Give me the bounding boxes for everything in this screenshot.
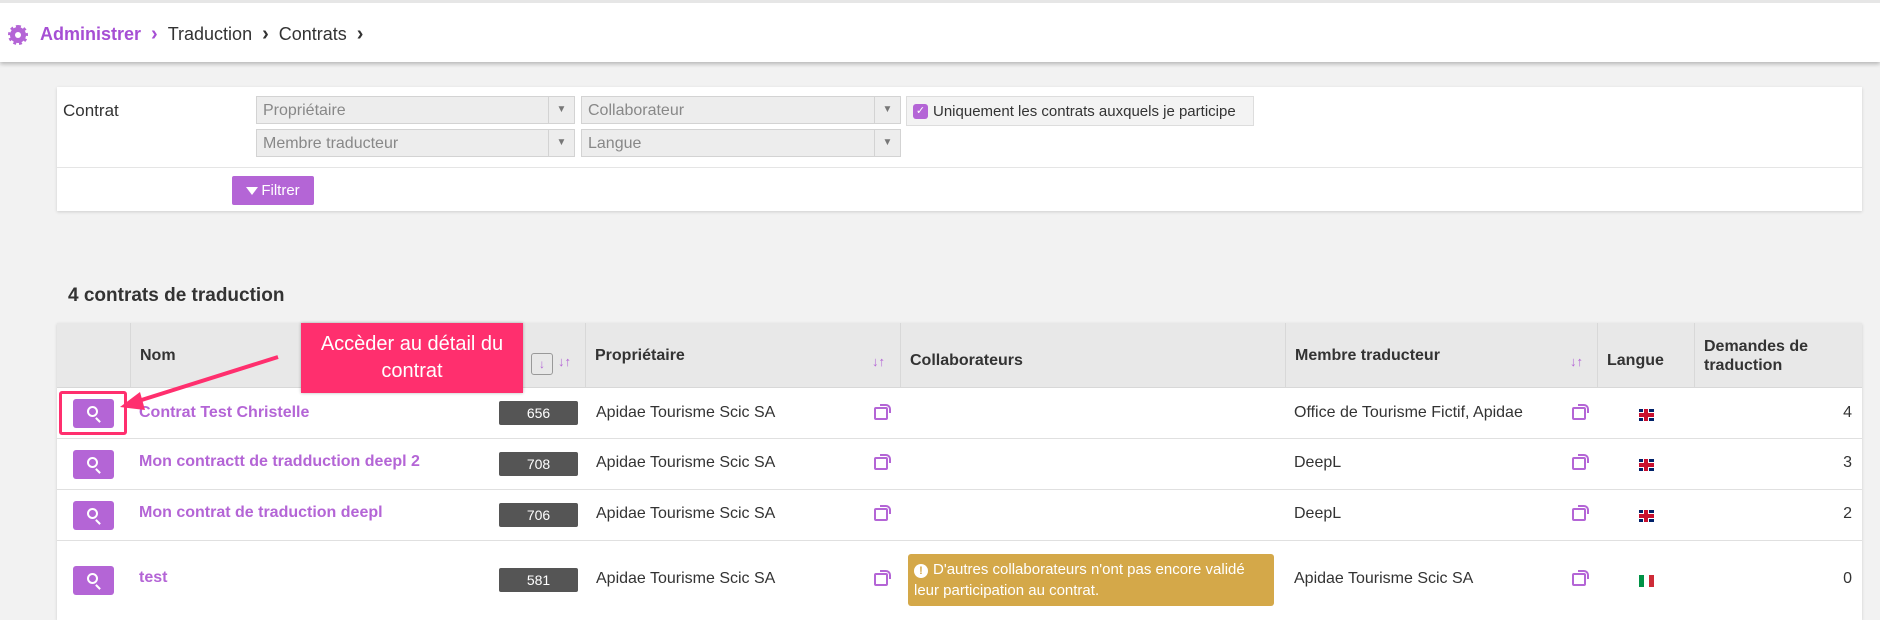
gear-icon (8, 24, 28, 45)
contract-id-badge: 581 (499, 568, 578, 592)
annotation-callout: Accèder au détail du contrat (301, 323, 523, 393)
sort-icon[interactable]: ↓↑ (558, 354, 571, 369)
requests-count: 3 (1843, 454, 1852, 471)
chevron-right-icon: › (262, 23, 269, 45)
breadcrumb-traduction[interactable]: Traduction (168, 24, 252, 45)
contract-id-badge: 706 (499, 503, 578, 527)
share-icon[interactable] (874, 570, 891, 586)
view-detail-button[interactable] (73, 501, 114, 530)
header-language: Langue (1597, 323, 1694, 388)
owner-select[interactable]: Propriétaire ▼ (256, 96, 575, 124)
divider (57, 167, 1862, 168)
search-icon (87, 457, 98, 468)
chevron-right-icon: › (151, 23, 158, 45)
contract-name-link[interactable]: Contrat Test Christelle (139, 404, 309, 422)
filter-button-label: Filtrer (261, 182, 300, 199)
table-row: Mon contrat de traduction deepl 706 Apid… (57, 491, 1862, 541)
contract-id-badge: 656 (499, 401, 578, 425)
translator-cell: DeepL (1294, 505, 1342, 522)
header-actions (57, 323, 130, 388)
filter-label: Contrat (63, 101, 119, 120)
view-detail-button[interactable] (73, 566, 114, 595)
share-icon[interactable] (874, 404, 891, 420)
search-icon (87, 508, 98, 519)
owner-cell: Apidae Tourisme Scic SA (596, 570, 776, 587)
flag-uk-icon (1639, 459, 1654, 471)
share-icon[interactable] (874, 454, 891, 470)
pending-collaborators-warning: ! D'autres collaborateurs n'ont pas encor… (908, 554, 1274, 606)
language-select[interactable]: Langue ▼ (581, 129, 901, 157)
language-select-placeholder: Langue (588, 135, 642, 152)
share-icon[interactable] (1572, 454, 1589, 470)
share-icon[interactable] (1572, 570, 1589, 586)
filter-panel: Contrat Propriétaire ▼ Collaborateur ▼ ✓… (57, 87, 1862, 211)
owner-cell: Apidae Tourisme Scic SA (596, 505, 776, 522)
breadcrumb: Administrer › Traduction › Contrats › (8, 23, 373, 46)
dropdown-arrow-icon: ▼ (874, 97, 900, 123)
flag-uk-icon (1639, 409, 1654, 421)
header-language-label: Langue (1607, 351, 1664, 369)
collaborator-select[interactable]: Collaborateur ▼ (581, 96, 901, 124)
dropdown-arrow-icon: ▼ (548, 97, 574, 123)
header-collaborators: Collaborateurs (900, 323, 1285, 388)
requests-count: 0 (1843, 570, 1852, 587)
view-detail-button[interactable] (73, 450, 114, 479)
checkmark-icon: ✓ (913, 103, 928, 119)
contract-id-badge: 708 (499, 452, 578, 476)
table-row: Contrat Test Christelle 656 Apidae Touri… (57, 389, 1862, 439)
sort-icon[interactable]: ↓↑ (1570, 354, 1583, 369)
owner-select-placeholder: Propriétaire (263, 102, 346, 119)
share-icon[interactable] (874, 505, 891, 521)
dropdown-arrow-icon: ▼ (548, 130, 574, 156)
highlight-box (59, 391, 127, 435)
owner-cell: Apidae Tourisme Scic SA (596, 404, 776, 421)
translator-cell: Office de Tourisme Fictif, Apidae (1294, 404, 1523, 421)
funnel-icon (246, 186, 259, 195)
breadcrumb-contrats[interactable]: Contrats (279, 24, 347, 45)
flag-it-icon (1639, 575, 1654, 587)
header-requests-label: Demandes de traduction (1704, 337, 1809, 374)
translator-select[interactable]: Membre traducteur ▼ (256, 129, 575, 157)
dropdown-arrow-icon: ▼ (874, 130, 900, 156)
top-bar: Administrer › Traduction › Contrats › (0, 0, 1880, 62)
header-translator: Membre traducteur (1285, 323, 1597, 388)
sort-icon[interactable]: ↓↑ (872, 354, 885, 369)
requests-count: 2 (1843, 505, 1852, 522)
contract-name-link[interactable]: Mon contrat de traduction deepl (139, 504, 383, 522)
table-row: Mon contractt de tradduction deepl 2 708… (57, 440, 1862, 490)
contract-name-link[interactable]: Mon contractt de tradduction deepl 2 (139, 453, 420, 471)
requests-count: 4 (1843, 404, 1852, 421)
info-icon: ! (914, 564, 928, 578)
search-icon (87, 573, 98, 584)
only-mine-label: Uniquement les contrats auxquels je part… (933, 102, 1236, 120)
share-icon[interactable] (1572, 505, 1589, 521)
chevron-right-icon: › (356, 23, 364, 45)
share-icon[interactable] (1572, 404, 1589, 420)
translator-cell: DeepL (1294, 454, 1342, 471)
collaborator-select-placeholder: Collaborateur (588, 102, 685, 119)
breadcrumb-administrer[interactable]: Administrer (40, 24, 141, 45)
header-owner-label: Propriétaire (595, 346, 685, 364)
table-row: test 581 Apidae Tourisme Scic SA ! D'autr… (57, 542, 1862, 620)
flag-uk-icon (1639, 510, 1654, 522)
header-translator-label: Membre traducteur (1295, 346, 1440, 364)
contracts-count: 4 contrats de traduction (68, 285, 285, 306)
header-name-label: Nom (140, 346, 176, 364)
header-owner: Propriétaire (585, 323, 899, 388)
translator-cell: Apidae Tourisme Scic SA (1294, 570, 1474, 587)
header-requests: Demandes de traduction (1694, 323, 1862, 388)
sort-active-icon[interactable]: ↓ (531, 353, 553, 375)
owner-cell: Apidae Tourisme Scic SA (596, 454, 776, 471)
filter-button[interactable]: Filtrer (232, 176, 314, 205)
only-mine-checkbox[interactable]: ✓ Uniquement les contrats auxquels je pa… (906, 96, 1254, 126)
header-collaborators-label: Collaborateurs (910, 351, 1023, 369)
warning-text: D'autres collaborateurs n'ont pas encore… (914, 561, 1245, 599)
translator-select-placeholder: Membre traducteur (263, 135, 399, 152)
contract-name-link[interactable]: test (139, 569, 167, 587)
